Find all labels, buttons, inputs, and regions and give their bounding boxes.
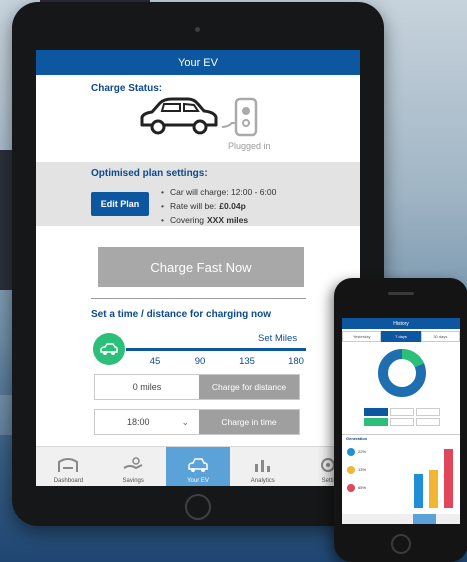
time-select[interactable]: 18:00 ⌄ xyxy=(95,410,199,434)
bottom-tab-bar: Dashboard Savings Your EV Analytics Sett… xyxy=(36,446,360,486)
stat-cell xyxy=(364,418,388,426)
charge-status-title: Charge Status: xyxy=(91,83,163,94)
plan-details-list: Car will charge: 12:00 - 6:00 Rate will … xyxy=(161,185,276,227)
phone-tab-bar xyxy=(342,514,460,524)
phone-divider xyxy=(342,434,460,435)
phone-tab-active[interactable] xyxy=(412,514,437,524)
tab-your-ev[interactable]: Your EV xyxy=(165,447,231,486)
tab-dashboard[interactable]: Dashboard xyxy=(36,447,101,486)
savings-icon xyxy=(123,457,143,470)
plan-detail-item: CoveringXXX miles xyxy=(161,213,276,227)
phone-tab[interactable] xyxy=(389,514,413,524)
plan-detail-item: Car will charge: 12:00 - 6:00 xyxy=(161,185,276,199)
slider-tick: 45 xyxy=(149,356,161,367)
phone-screen: History Yesterday 7 days 30 days Generat… xyxy=(342,318,460,524)
phone-stats-grid xyxy=(364,408,440,432)
tablet-home-button[interactable] xyxy=(185,494,211,520)
slider-tick: 180 xyxy=(288,356,304,367)
generation-bar xyxy=(444,449,453,508)
dashboard-icon xyxy=(58,458,79,472)
miles-slider-track[interactable] xyxy=(126,348,306,351)
home-icon xyxy=(347,484,355,492)
charge-status-section: Charge Status: Plugged in xyxy=(36,75,360,159)
analytics-icon xyxy=(254,460,270,472)
stat-cell xyxy=(390,408,414,416)
phone-device: History Yesterday 7 days 30 days Generat… xyxy=(334,278,467,562)
stat-cell xyxy=(390,418,414,426)
phone-speaker xyxy=(388,292,414,295)
charge-in-time-button[interactable]: Charge in time xyxy=(199,410,299,434)
tab-yesterday[interactable]: Yesterday xyxy=(342,331,382,342)
stat-cell xyxy=(416,418,440,426)
phone-tab[interactable] xyxy=(366,514,390,524)
tab-savings[interactable]: Savings xyxy=(101,447,166,486)
generation-bar xyxy=(429,470,438,508)
tab-30-days[interactable]: 30 days xyxy=(420,331,460,342)
tablet-camera xyxy=(195,27,200,32)
page-title: Your EV xyxy=(178,56,218,69)
phone-home-button[interactable] xyxy=(391,534,411,554)
lightning-icon xyxy=(347,466,355,474)
slider-label: Set Miles xyxy=(258,333,298,344)
tablet-screen: Your EV Charge Status: Plugged in Optimi… xyxy=(36,50,360,486)
tab-analytics[interactable]: Analytics xyxy=(230,447,295,486)
tablet-device: Your EV Charge Status: Plugged in Optimi… xyxy=(12,2,384,526)
slider-tick: 135 xyxy=(239,356,255,367)
charge-fast-now-button[interactable]: Charge Fast Now xyxy=(98,247,304,287)
period-tabs: Yesterday 7 days 30 days xyxy=(342,331,460,342)
generation-bar xyxy=(414,474,423,508)
breakdown-value: 13% xyxy=(358,467,367,472)
tab-7-days[interactable]: 7 days xyxy=(381,331,421,342)
distance-row: 0 miles Charge for distance xyxy=(94,374,300,400)
car-plug-icon xyxy=(100,343,118,355)
slider-handle[interactable] xyxy=(93,333,125,365)
phone-title: History xyxy=(393,320,409,327)
plan-settings-title: Optimised plan settings: xyxy=(91,168,208,179)
phone-tab[interactable] xyxy=(436,514,460,524)
plan-settings-panel: Optimised plan settings: Edit Plan Car w… xyxy=(36,162,360,226)
time-value: 18:00 xyxy=(127,417,150,427)
breakdown-value: 22% xyxy=(358,449,367,454)
slider-tick: 90 xyxy=(194,356,206,367)
stat-cell xyxy=(416,408,440,416)
breakdown-value: 65% xyxy=(358,485,367,490)
plan-detail-item: Rate will be:£0.04p xyxy=(161,199,276,213)
ev-car-icon xyxy=(188,458,208,472)
generation-title: Generation xyxy=(346,436,368,441)
app-header: Your EV xyxy=(36,50,360,75)
edit-plan-button[interactable]: Edit Plan xyxy=(91,192,149,216)
set-charging-title: Set a time / distance for charging now xyxy=(91,309,272,320)
info-icon xyxy=(347,448,355,456)
plug-status-label: Plugged in xyxy=(228,141,271,151)
charger-plug-icon xyxy=(222,97,258,137)
phone-tab[interactable] xyxy=(342,514,366,524)
donut-chart xyxy=(378,349,426,397)
miles-input[interactable]: 0 miles xyxy=(95,375,199,399)
car-icon xyxy=(140,97,218,135)
chevron-down-icon: ⌄ xyxy=(181,416,189,427)
charge-for-distance-button[interactable]: Charge for distance xyxy=(199,375,299,399)
divider xyxy=(91,298,306,299)
stat-cell xyxy=(364,408,388,416)
time-row: 18:00 ⌄ Charge in time xyxy=(94,409,300,435)
phone-header: History xyxy=(342,318,460,329)
